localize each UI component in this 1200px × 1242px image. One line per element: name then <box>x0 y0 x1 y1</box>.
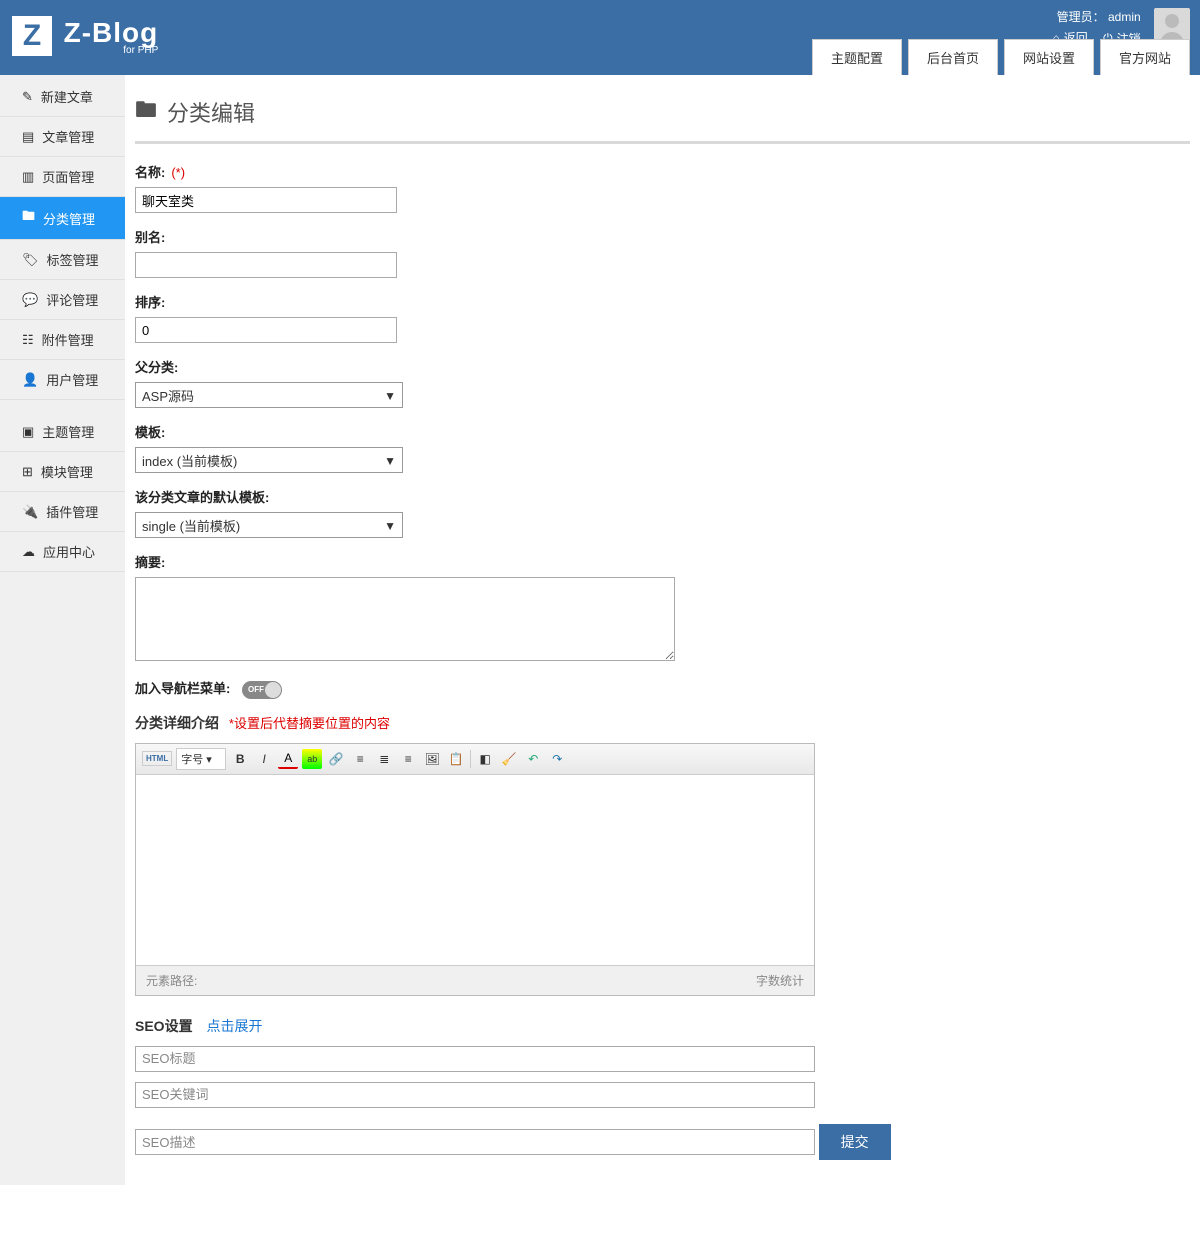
module-icon: ⊞ <box>22 464 33 480</box>
align-left-icon[interactable]: ≡ <box>350 749 370 769</box>
content: 🖿 分类编辑 名称:(*) 别名: 排序: 父分类: ASP源码 ▼ 模板: i… <box>125 75 1200 1185</box>
toggle-knob <box>265 682 281 698</box>
summary-textarea[interactable] <box>135 577 675 661</box>
nav-toggle[interactable]: OFF <box>242 681 282 699</box>
bold-icon[interactable]: B <box>230 749 250 769</box>
sidebar-item-themes[interactable]: ▣主题管理 <box>0 412 125 452</box>
file-icon: ▤ <box>22 129 34 145</box>
tab-theme-config[interactable]: 主题配置 <box>812 39 902 75</box>
sidebar-item-modules[interactable]: ⊞模块管理 <box>0 452 125 492</box>
default-template-select[interactable]: single (当前模板) ▼ <box>135 512 403 538</box>
seo-section-title: SEO设置 点击展开 <box>135 1016 1190 1036</box>
sidebar-item-posts[interactable]: ▤文章管理 <box>0 117 125 157</box>
sidebar-item-attachments[interactable]: ☷附件管理 <box>0 320 125 360</box>
sidebar-item-pages[interactable]: ▥页面管理 <box>0 157 125 197</box>
order-input[interactable] <box>135 317 397 343</box>
folder-icon: 🖿 <box>135 93 157 131</box>
default-template-label: 该分类文章的默认模板: <box>135 487 1190 506</box>
page-title: 🖿 分类编辑 <box>135 85 1190 144</box>
editor-path: 元素路径: <box>146 972 197 989</box>
align-right-icon[interactable]: ≡ <box>398 749 418 769</box>
forecolor-icon[interactable]: A <box>278 749 298 769</box>
logo-icon: Z <box>12 16 52 56</box>
parent-label: 父分类: <box>135 357 1190 376</box>
header: Z Z-Blog for PHP 管理员： admin ⌂ 返回 ⏻ 注销 <box>0 0 1200 75</box>
seo-keywords-input[interactable] <box>135 1082 815 1108</box>
alias-input[interactable] <box>135 252 397 278</box>
rich-editor: HTML 字号 ▾ B I A ab 🔗 ≡ ≣ ≡ 🖼 📋 ◧ 🧹 ↶ ↷ <box>135 743 815 996</box>
admin-name: admin <box>1108 10 1141 24</box>
seo-expand-link[interactable]: 点击展开 <box>206 1018 262 1034</box>
sidebar: ✎新建文章 ▤文章管理 ▥页面管理 🖿分类管理 🏷标签管理 💬评论管理 ☷附件管… <box>0 75 125 1185</box>
italic-icon[interactable]: I <box>254 749 274 769</box>
comment-icon: 💬 <box>22 292 38 308</box>
tab-site-settings[interactable]: 网站设置 <box>1004 39 1094 75</box>
editor-fontsize-select[interactable]: 字号 ▾ <box>176 748 226 770</box>
editor-wordcount: 字数统计 <box>756 972 804 989</box>
admin-label: 管理员： <box>1057 10 1105 24</box>
sidebar-item-new-post[interactable]: ✎新建文章 <box>0 77 125 117</box>
eraser-icon[interactable]: ◧ <box>475 749 495 769</box>
sidebar-item-comments[interactable]: 💬评论管理 <box>0 280 125 320</box>
template-label: 模板: <box>135 422 1190 441</box>
user-icon: 👤 <box>22 372 38 388</box>
sidebar-item-plugins[interactable]: 🔌插件管理 <box>0 492 125 532</box>
chevron-down-icon: ▼ <box>384 454 396 468</box>
sidebar-item-users[interactable]: 👤用户管理 <box>0 360 125 400</box>
cloud-icon: ☁ <box>22 544 35 560</box>
alias-label: 别名: <box>135 227 1190 246</box>
plugin-icon: 🔌 <box>22 504 38 520</box>
tag-icon: 🏷 <box>22 252 39 268</box>
paste-icon[interactable]: 📋 <box>446 749 466 769</box>
template-select[interactable]: index (当前模板) ▼ <box>135 447 403 473</box>
clear-icon[interactable]: 🧹 <box>499 749 519 769</box>
top-tabs: 主题配置 后台首页 网站设置 官方网站 <box>806 39 1190 75</box>
logo-text: Z-Blog for PHP <box>64 17 159 56</box>
align-center-icon[interactable]: ≣ <box>374 749 394 769</box>
order-label: 排序: <box>135 292 1190 311</box>
folder-icon: 🖿 <box>22 207 35 229</box>
seo-desc-input[interactable] <box>135 1129 815 1155</box>
logo[interactable]: Z Z-Blog for PHP <box>12 16 158 56</box>
sidebar-item-appcenter[interactable]: ☁应用中心 <box>0 532 125 572</box>
chevron-down-icon: ▼ <box>384 389 396 403</box>
redo-icon[interactable]: ↷ <box>547 749 567 769</box>
image-icon[interactable]: 🖼 <box>422 749 442 769</box>
tab-official-site[interactable]: 官方网站 <box>1100 39 1190 75</box>
sidebar-item-categories[interactable]: 🖿分类管理 <box>0 197 125 240</box>
submit-button[interactable]: 提交 <box>819 1124 891 1160</box>
link-icon[interactable]: 🔗 <box>326 749 346 769</box>
sidebar-item-tags[interactable]: 🏷标签管理 <box>0 240 125 280</box>
editor-toolbar: HTML 字号 ▾ B I A ab 🔗 ≡ ≣ ≡ 🖼 📋 ◧ 🧹 ↶ ↷ <box>136 744 814 775</box>
undo-icon[interactable]: ↶ <box>523 749 543 769</box>
editor-html-button[interactable]: HTML <box>142 751 172 766</box>
edit-icon: ✎ <box>22 89 33 105</box>
seo-title-input[interactable] <box>135 1046 815 1072</box>
backcolor-icon[interactable]: ab <box>302 749 322 769</box>
summary-label: 摘要: <box>135 552 1190 571</box>
page-icon: ▥ <box>22 169 34 185</box>
nav-label: 加入导航栏菜单: <box>135 681 230 696</box>
editor-body[interactable] <box>136 775 814 965</box>
theme-icon: ▣ <box>22 424 34 440</box>
tab-admin-home[interactable]: 后台首页 <box>908 39 998 75</box>
parent-select[interactable]: ASP源码 ▼ <box>135 382 403 408</box>
chevron-down-icon: ▼ <box>384 519 396 533</box>
attach-icon: ☷ <box>22 332 34 348</box>
name-label: 名称:(*) <box>135 162 1190 181</box>
detail-section-title: 分类详细介绍 *设置后代替摘要位置的内容 <box>135 713 1190 733</box>
name-input[interactable] <box>135 187 397 213</box>
